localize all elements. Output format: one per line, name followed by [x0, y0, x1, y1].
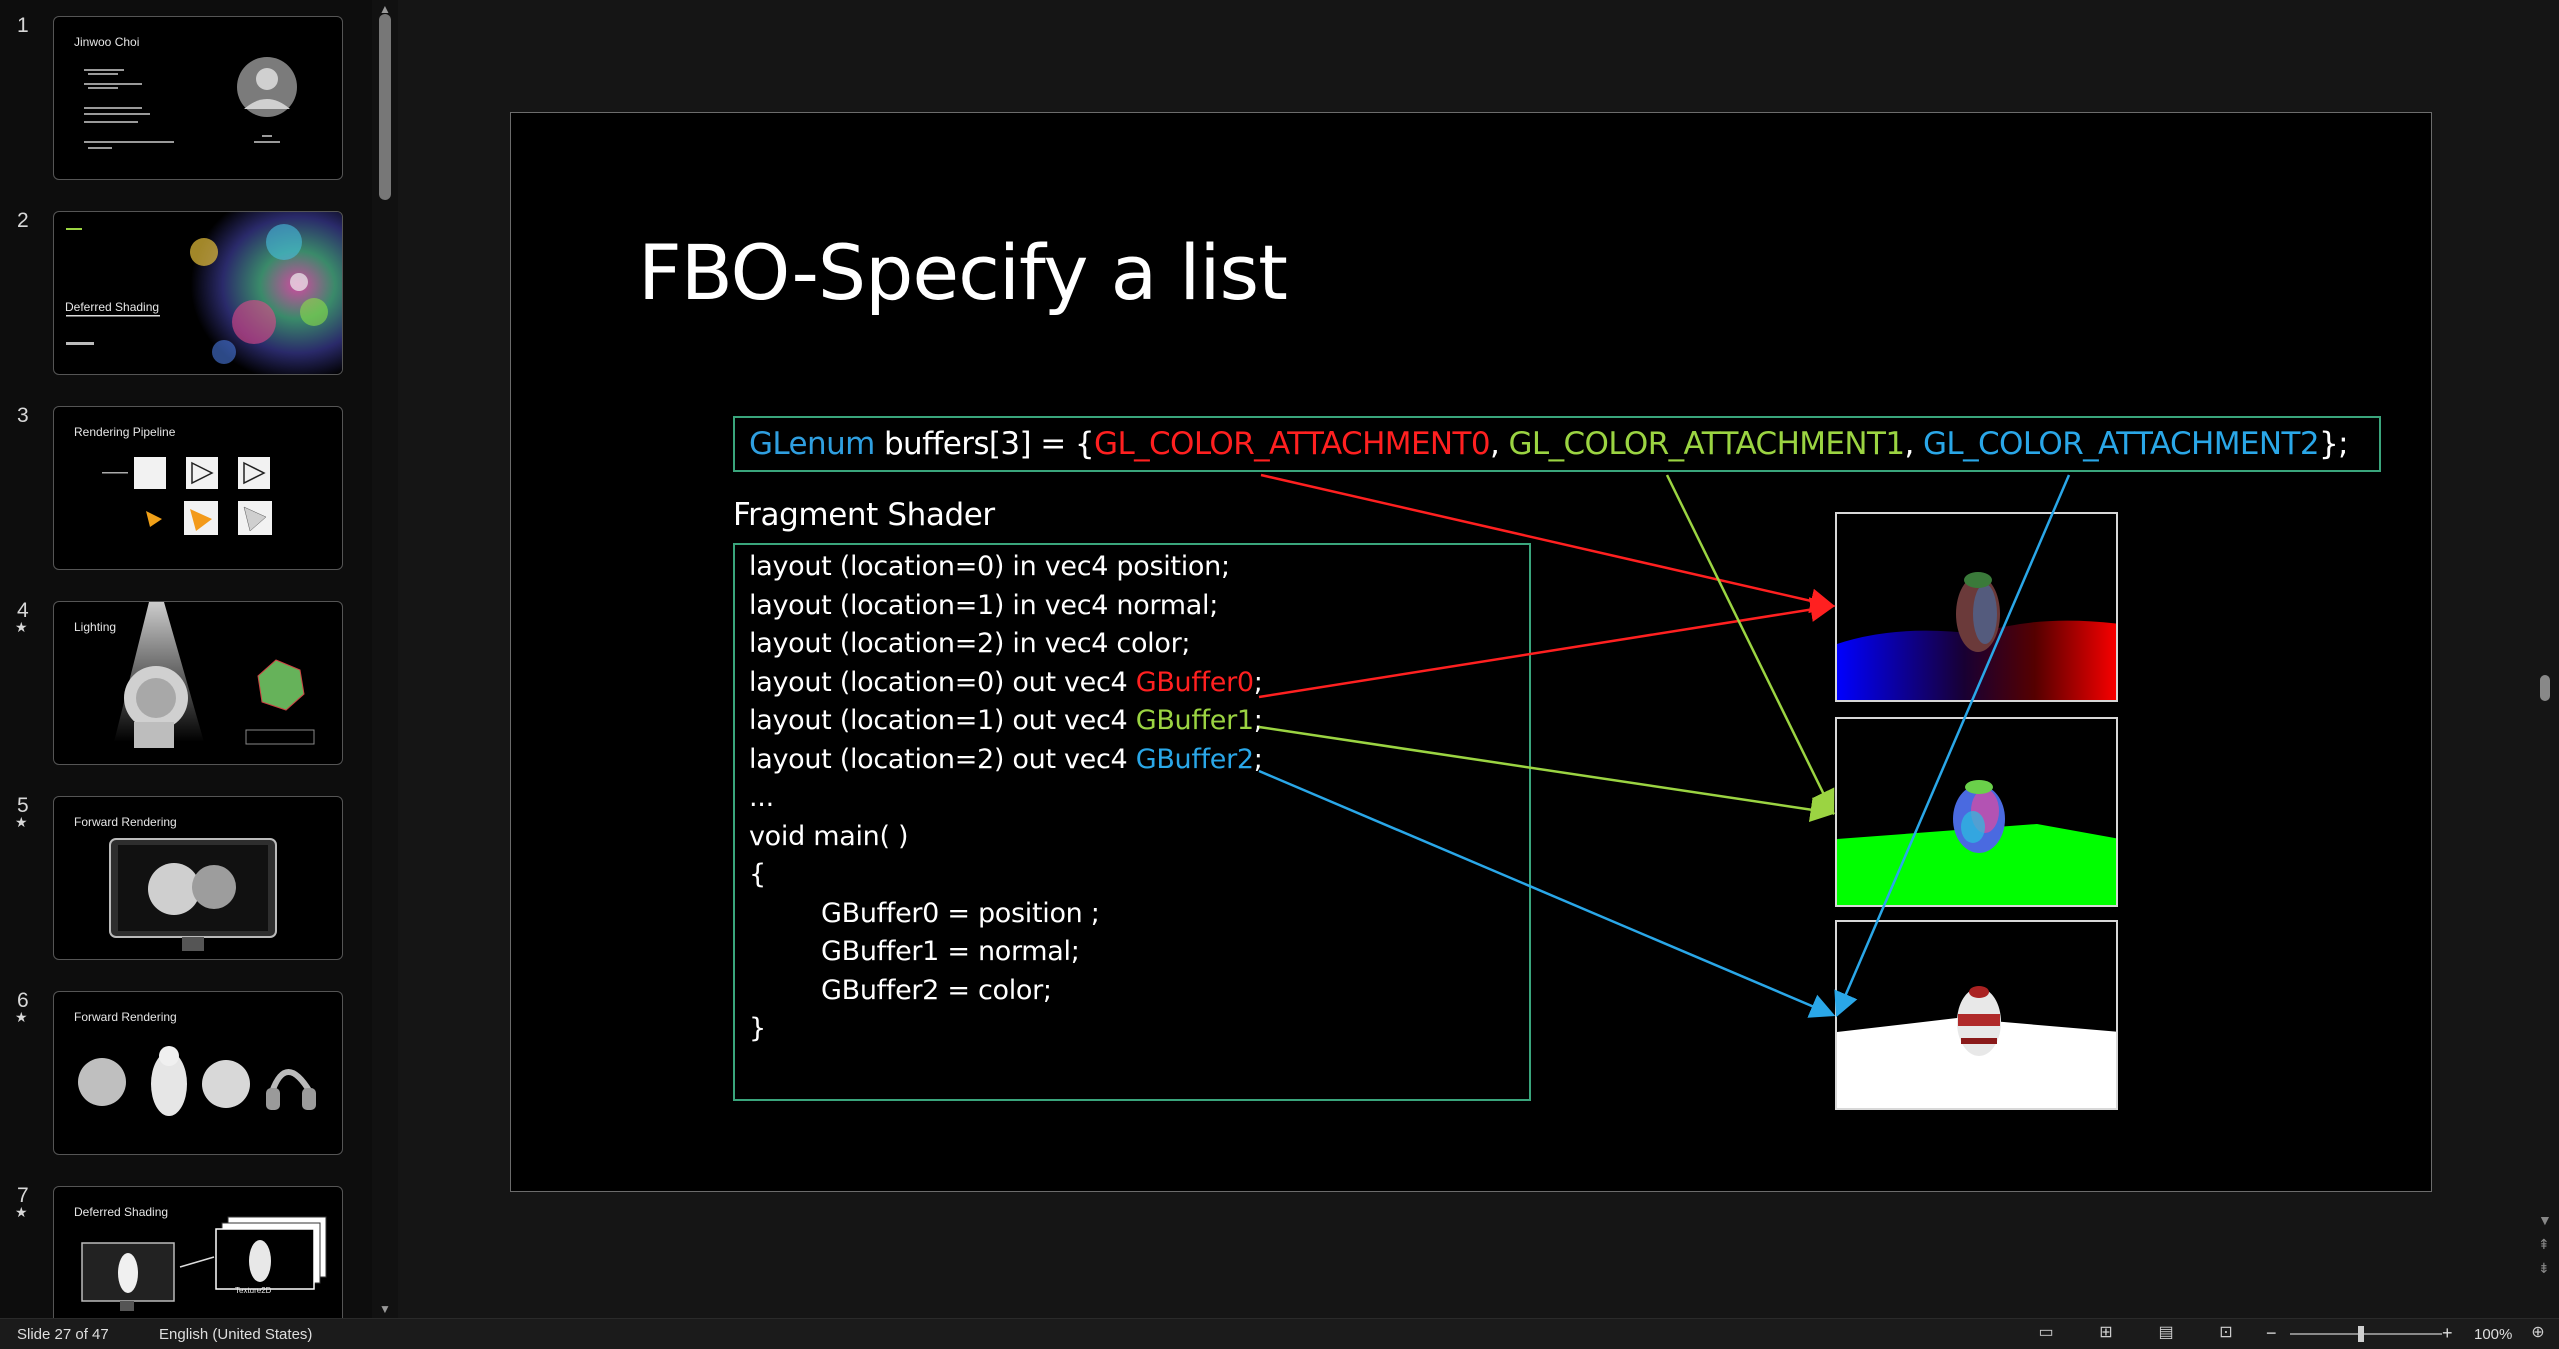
gbuffer0-arrow — [1258, 597, 1836, 699]
animation-star-icon: ★ — [15, 1204, 28, 1220]
editor-scrollbar[interactable]: ▼ ⇞ ⇟ — [2532, 0, 2559, 1318]
thumbnail-row-4[interactable]: 4 ★ Lighting — [0, 599, 380, 767]
gbuffer1-arrow — [1258, 725, 1836, 823]
slide-thumbnail-4[interactable]: Lighting — [53, 601, 343, 765]
thumbnail-7-graphic — [81, 1216, 327, 1311]
animation-star-icon: ★ — [15, 814, 28, 830]
gbuffer2-arrow — [1258, 769, 1836, 1018]
next-slide-icon[interactable]: ⇟ — [2538, 1260, 2550, 1276]
thumbnail-row-5[interactable]: 5 ★ Forward Rendering — [0, 794, 380, 962]
thumbnail-title: Deferred Shading — [65, 300, 160, 314]
slide-editor[interactable]: FBO-Specify a list GLenum buffers[3] = {… — [398, 0, 2532, 1318]
slide-thumbnail-2[interactable]: Deferred Shading — [53, 211, 343, 375]
editor-scroll-thumb[interactable] — [2540, 675, 2550, 701]
zoom-slider[interactable] — [2290, 1333, 2442, 1335]
slide-sorter-icon[interactable]: ⊞ — [2096, 1324, 2116, 1342]
slide-thumbnail-7[interactable]: Deferred Shading Texture2D — [53, 1186, 343, 1318]
attachment0-arrow — [1260, 473, 1836, 614]
slide-thumbnail-5[interactable]: Forward Rendering — [53, 796, 343, 960]
animation-star-icon: ★ — [15, 1009, 28, 1025]
language-indicator[interactable]: English (United States) — [159, 1326, 312, 1343]
thumbnail-row-2[interactable]: 2 Deferred Shading — [0, 209, 380, 377]
thumbnail-texture-label: Texture2D — [235, 1286, 272, 1295]
attachment1-arrow — [1665, 474, 1835, 816]
zoom-level[interactable]: 100% — [2474, 1326, 2512, 1343]
slide-counter[interactable]: Slide 27 of 47 — [17, 1326, 109, 1343]
thumbnail-5-graphic — [109, 838, 277, 951]
thumbnail-3-graphic — [102, 457, 272, 535]
attachment2-arrow — [1834, 474, 2071, 1018]
fit-to-window-icon[interactable]: ⊕ — [2528, 1324, 2548, 1342]
thumbnail-scroll-thumb[interactable] — [379, 14, 391, 200]
thumbnail-2-graphic — [66, 212, 342, 374]
normal-view-icon[interactable]: ▭ — [2036, 1324, 2056, 1342]
slideshow-icon[interactable]: ⊡ — [2216, 1324, 2236, 1342]
slide-thumbnail-6[interactable]: Forward Rendering — [53, 991, 343, 1155]
thumbnail-number: 2 — [17, 209, 29, 232]
slide-thumbnail-pane[interactable]: 1 Jinwoo Choi 2 Deferred Shading 3 Rende… — [0, 0, 398, 1318]
scroll-down-icon[interactable]: ▼ — [376, 1300, 394, 1318]
zoom-in-button[interactable]: + — [2442, 1323, 2453, 1344]
zoom-out-button[interactable]: − — [2266, 1323, 2277, 1344]
status-bar: Slide 27 of 47 English (United States) ▭… — [0, 1318, 2559, 1349]
thumbnail-1-graphic — [84, 57, 297, 149]
thumbnail-number: 3 — [17, 404, 29, 427]
thumbnail-row-1[interactable]: 1 Jinwoo Choi — [0, 14, 380, 182]
slide-thumbnail-3[interactable]: Rendering Pipeline — [53, 406, 343, 570]
previous-slide-icon[interactable]: ⇞ — [2538, 1236, 2550, 1252]
thumbnail-row-7[interactable]: 7 ★ Deferred Shading Texture2D — [0, 1184, 380, 1318]
slide-canvas[interactable]: FBO-Specify a list GLenum buffers[3] = {… — [510, 112, 2432, 1192]
connection-arrows — [1258, 473, 2071, 1018]
thumbnail-number: 1 — [17, 14, 29, 37]
zoom-slider-handle[interactable] — [2358, 1326, 2364, 1342]
thumbnail-scrollbar[interactable]: ▲ ▼ — [372, 0, 398, 1318]
thumbnail-row-3[interactable]: 3 Rendering Pipeline — [0, 404, 380, 572]
animation-star-icon: ★ — [15, 619, 28, 635]
slide-thumbnail-1[interactable]: Jinwoo Choi — [53, 16, 343, 180]
thumbnail-4-graphic — [114, 602, 315, 748]
thumbnail-6-graphic — [78, 1046, 316, 1116]
reading-view-icon[interactable]: ▤ — [2156, 1324, 2176, 1342]
thumbnail-row-6[interactable]: 6 ★ Forward Rendering — [0, 989, 380, 1157]
scroll-down-icon[interactable]: ▼ — [2538, 1212, 2552, 1228]
